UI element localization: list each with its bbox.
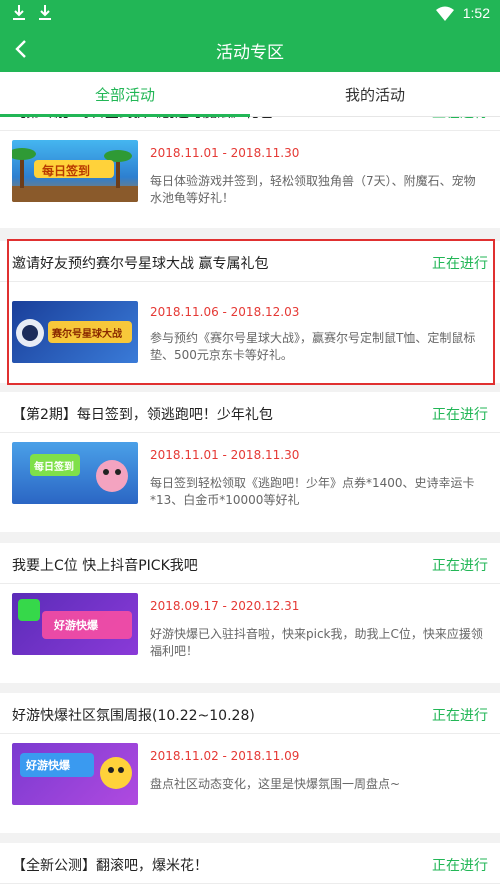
activity-description: 盘点社区动态变化，这里是快爆氛围一周盘点~ [150,777,401,791]
thumbnail-caption: 好游快爆 [26,759,70,772]
activity-description: 每日签到轻松领取《逃跑吧！少年》点券*1400、史诗幸运卡*13、白金币*100… [150,476,475,507]
tab-all-activities[interactable]: 全部活动 [0,84,250,105]
activity-thumbnail: 好游快爆 [12,743,138,805]
activity-title: 好游快爆社区氛围周报(10.22~10.28) [12,708,255,724]
activity-thumbnail: 赛尔号星球大战 [12,301,138,363]
thumbnail-art [20,753,132,789]
thumbnail-art [30,454,128,492]
activity-date: 2018.11.01 - 2018.11.30 [150,146,300,160]
activity-date: 2018.11.01 - 2018.11.30 [150,448,300,462]
activity-card[interactable]: 邀请好友预约赛尔号星球大战 赢专属礼包 正在进行 赛尔号星球大战 2018.11… [0,241,500,383]
activity-status: 正在进行 [432,407,488,423]
activity-thumbnail: 好游快爆 [12,593,138,655]
thumbnail-caption: 每日签到 [34,462,74,473]
activity-status: 正在进行 [432,708,488,724]
activity-title: 我要上C位 快上抖音PICK我吧 [12,558,198,574]
card-header: 邀请好友预约赛尔号星球大战 赢专属礼包 正在进行 [0,241,500,282]
card-header: 【第2期】每日签到，领逃跑吧！少年礼包 正在进行 [0,392,500,433]
activity-status: 正在进行 [432,858,488,874]
active-tab-indicator [0,114,250,117]
thumbnail-caption: 好游快爆 [54,619,98,632]
activity-card[interactable]: 【全新公测】翻滚吧，爆米花！ 正在进行 [0,843,500,889]
thumbnail-caption: 每日签到 [42,164,91,178]
tab-bar: 全部活动 我的活动 [0,72,500,117]
activity-date: 2018.11.06 - 2018.12.03 [150,305,300,319]
thumbnail-caption: 赛尔号星球大战 [52,329,122,340]
activity-card[interactable]: 我要上C位 快上抖音PICK我吧 正在进行 好游快爆 2018.09.17 - … [0,543,500,683]
activity-card[interactable]: 好游快爆社区氛围周报(10.22~10.28) 正在进行 好游快爆 2018.1… [0,693,500,833]
activity-card[interactable]: 【第2期】每日签到，领逃跑吧！少年礼包 正在进行 每日签到 2018.11.01… [0,392,500,532]
card-header: 好游快爆社区氛围周报(10.22~10.28) 正在进行 [0,693,500,734]
activity-thumbnail: 每日签到 [12,442,138,504]
activity-title: 邀请好友预约赛尔号星球大战 赢专属礼包 [12,256,269,272]
activity-status: 正在进行 [432,256,488,272]
activity-title: 【第2期】每日签到，领逃跑吧！少年礼包 [12,407,273,423]
activity-title: 【全新公测】翻滚吧，爆米花！ [12,858,208,874]
activity-thumbnail: 每日签到 [12,140,138,202]
tab-my-activities[interactable]: 我的活动 [250,84,500,105]
activity-date: 2018.11.02 - 2018.11.09 [150,749,300,763]
activity-description: 参与预约《赛尔号星球大战》，赢赛尔号定制鼠T恤、定制鼠标垫、500元京东卡等好礼… [150,331,476,362]
activity-description: 每日体验游戏并签到，轻松领取独角兽（7天）、附魔石、宠物水池龟等好礼！ [150,174,476,205]
activity-status: 正在进行 [432,558,488,574]
card-header: 我要上C位 快上抖音PICK我吧 正在进行 [0,543,500,584]
card-header: 【全新公测】翻滚吧，爆米花！ 正在进行 [0,843,500,884]
activity-description: 好游快爆已入驻抖音啦，快来pick我，助我上C位，快来应援领福利吧！ [150,627,483,658]
activity-list[interactable]: 【第4期】每日签到获《创造与魔法》礼包 正在进行 每日签到 2018.11.01… [0,0,500,889]
activity-date: 2018.09.17 - 2020.12.31 [150,599,300,613]
